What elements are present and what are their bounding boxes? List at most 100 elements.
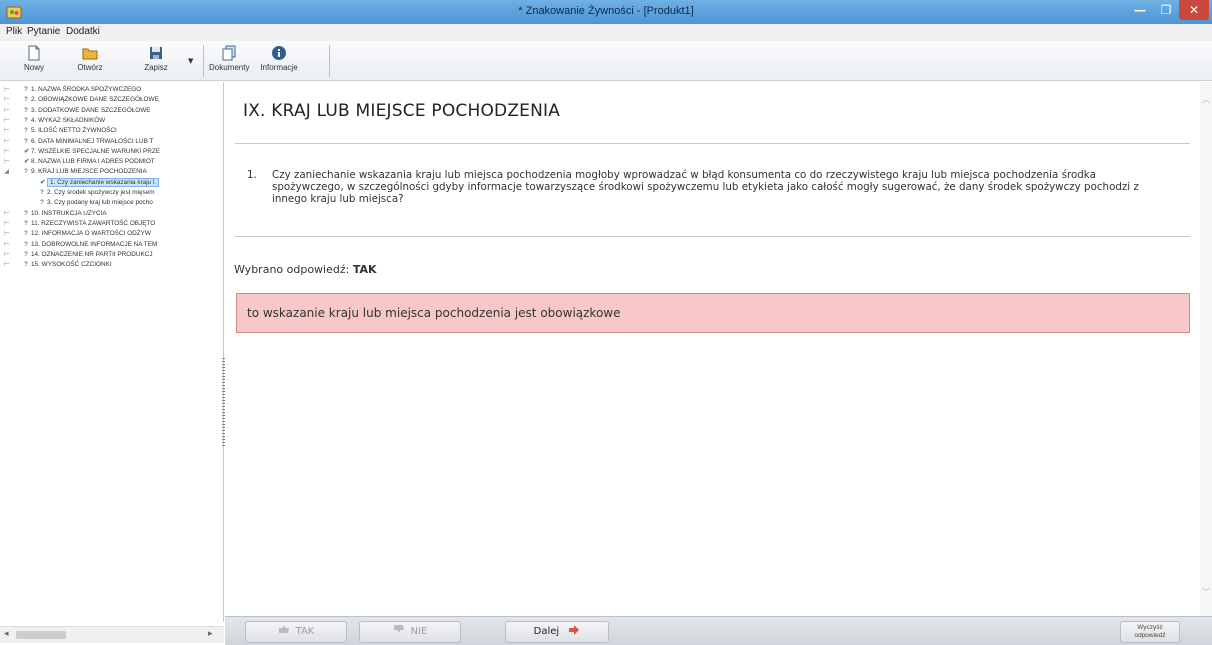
tree-item-label: 2. OBOWIĄZKOWE DANE SZCZEGÓŁOWE (31, 96, 159, 104)
scroll-left-icon[interactable]: ◂ (4, 629, 9, 639)
tree-item[interactable]: ⊢? 14. OZNACZENIE NR PARTII PRODUKCJ (0, 250, 224, 260)
title-bar: * Znakowanie Żywności - [Produkt1] — ❐ ✕ (0, 0, 1212, 24)
question-text: Czy zaniechanie wskazania kraju lub miej… (272, 169, 1139, 205)
check-icon: ✔ (40, 178, 46, 186)
new-document-icon (28, 45, 40, 61)
selected-answer: Wybrano odpowiedź: TAK (234, 263, 377, 276)
menu-bar: Plik Pytanie Dodatki (0, 24, 1212, 41)
tree-item[interactable]: ⊢? 13. DOBROWOLNE INFORMACJE NA TEM (0, 240, 224, 250)
menu-question[interactable]: Pytanie (27, 26, 60, 37)
tree-item[interactable]: ⊢ ✔ 7. WSZELKIE SPECJALNE WARUNKI PRZE (0, 147, 224, 157)
tree-item[interactable]: ⊢? 1. NAZWA ŚRODKA SPOŻYWCZEGO (0, 85, 224, 95)
documents-label: Dokumenty (209, 63, 250, 72)
tree-line-icon: ⊢ (4, 147, 10, 155)
tree-item[interactable]: ◢? 9. KRAJ LUB MIEJSCE POCHODZENIA (0, 167, 224, 177)
tree-item[interactable]: ⊢? 15. WYSOKOŚĆ CZCIONKI (0, 260, 224, 270)
question-mark-icon: ? (24, 137, 28, 145)
tree-item[interactable]: ⊢? 6. DATA MINIMALNEJ TRWAŁOŚCI LUB T (0, 137, 224, 147)
yes-label: TAK (295, 626, 315, 637)
scroll-up-icon[interactable]: ︿ (1202, 94, 1210, 105)
clear-answer-button[interactable]: Wyczyść odpowiedź (1120, 621, 1180, 643)
save-button[interactable]: Zapisz (136, 43, 176, 77)
documents-icon (222, 45, 236, 61)
thumbs-down-icon (393, 625, 404, 633)
tree-item[interactable]: ⊢ ✔ 8. NAZWA LUB FIRMA I ADRES PODMIOT (0, 157, 224, 167)
tree-item-label: 6. DATA MINIMALNEJ TRWAŁOŚCI LUB T (31, 137, 154, 145)
arrow-right-icon (569, 625, 580, 635)
question-mark-icon: ? (24, 168, 28, 176)
tree-item-label: 3. DODATKOWE DANE SZCZEGÓŁOWE (31, 106, 151, 114)
tree-line-icon: ⊢ (4, 158, 10, 166)
tree-item-label: 1. NAZWA ŚRODKA SPOŻYWCZEGO (31, 86, 142, 93)
tree-item[interactable]: ⊢? 12. INFORMACJA O WARTOŚCI ODŻYW (0, 229, 224, 239)
question-mark-icon: ? (40, 199, 44, 207)
tree-item-label: 9. KRAJ LUB MIEJSCE POCHODZENIA (31, 168, 147, 176)
info-label: Informacje (260, 63, 298, 72)
info-button[interactable]: Informacje (257, 43, 301, 77)
question-mark-icon: ? (24, 116, 28, 124)
tree-item-label: 12. INFORMACJA O WARTOŚCI ODŻYW (31, 230, 151, 238)
menu-extras[interactable]: Dodatki (66, 26, 100, 37)
tree-item-label: 7. WSZELKIE SPECJALNE WARUNKI PRZE (31, 147, 161, 155)
save-dropdown-arrow-icon[interactable]: ▼ (188, 57, 193, 65)
question-mark-icon: ? (24, 240, 28, 248)
tree-line-icon: ⊢ (4, 96, 10, 104)
minimize-button[interactable]: — (1127, 0, 1153, 20)
folder-icon (82, 48, 98, 60)
tree-line-icon: ⊢ (4, 230, 10, 238)
tree-line-icon: ⊢ (4, 86, 10, 93)
tree-item[interactable]: ⊢? 11. RZECZYWISTA ZAWARTOŚĆ OBJĘTO (0, 219, 224, 229)
question-mark-icon: ? (24, 127, 28, 135)
scrollbar-thumb[interactable] (16, 631, 66, 639)
content-vertical-scrollbar[interactable]: ︿ ﹀ (1200, 82, 1212, 616)
menu-file[interactable]: Plik (6, 26, 22, 37)
tree-item[interactable]: ✔ 1. Czy zaniechanie wskazania kraju l. (0, 177, 224, 188)
question-mark-icon: ? (24, 106, 28, 114)
no-button[interactable]: NIE (359, 621, 461, 643)
tree-line-icon: ⊢ (4, 137, 10, 145)
tree-item-label: 13. DOBROWOLNE INFORMACJE NA TEM (31, 240, 158, 248)
tree-item[interactable]: ? 3. Czy podany kraj lub miejsce pocho (0, 198, 224, 208)
next-button[interactable]: Dalej (505, 621, 609, 643)
tree-line-icon: ⊢ (4, 219, 10, 227)
tree-item[interactable]: ⊢? 3. DODATKOWE DANE SZCZEGÓŁOWE (0, 106, 224, 116)
question-mark-icon: ? (24, 230, 28, 238)
maximize-button[interactable]: ❐ (1153, 0, 1179, 20)
tree-line-icon: ⊢ (4, 127, 10, 135)
tree-item-label: 2. Czy środek spożywczy jest mięsem (47, 189, 155, 196)
tree-line-icon: ⊢ (4, 240, 10, 248)
tree-horizontal-scrollbar[interactable]: ◂ ▸ (0, 626, 224, 643)
open-button[interactable]: Otwórz (70, 43, 110, 77)
question-mark-icon: ? (40, 189, 44, 196)
window-title: * Znakowanie Żywności - [Produkt1] (518, 5, 694, 17)
scroll-right-icon[interactable]: ▸ (208, 629, 213, 639)
next-label: Dalej (533, 626, 560, 637)
no-label: NIE (410, 626, 428, 637)
tree-item[interactable]: ⊢? 2. OBOWIĄZKOWE DANE SZCZEGÓŁOWE (0, 95, 224, 105)
question-mark-icon: ? (24, 86, 28, 93)
new-button[interactable]: Nowy (14, 43, 54, 77)
section-heading: IX. KRAJ LUB MIEJSCE POCHODZENIA (243, 101, 561, 121)
tree-item-label: 11. RZECZYWISTA ZAWARTOŚĆ OBJĘTO (31, 219, 156, 227)
question-mark-icon: ? (24, 261, 28, 269)
tree-line-icon: ⊢ (4, 250, 10, 258)
documents-button[interactable]: Dokumenty (209, 43, 249, 77)
tree-item[interactable]: ⊢? 5. ILOŚĆ NETTO ŻYWNOŚCI (0, 126, 224, 136)
result-box: to wskazanie kraju lub miejsca pochodzen… (236, 293, 1190, 333)
yes-button[interactable]: TAK (245, 621, 347, 643)
scroll-down-icon[interactable]: ﹀ (1202, 587, 1210, 598)
tree-item[interactable]: ? 2. Czy środek spożywczy jest mięsem (0, 188, 224, 198)
tree-item-label: 3. Czy podany kraj lub miejsce pocho (47, 199, 153, 207)
info-icon (272, 46, 286, 60)
toolbar-separator (329, 45, 330, 77)
question-panel: IX. KRAJ LUB MIEJSCE POCHODZENIA 1. Czy … (225, 82, 1200, 616)
tree-item-label: 5. ILOŚĆ NETTO ŻYWNOŚCI (31, 127, 117, 135)
tree-line-icon: ⊢ (4, 106, 10, 114)
tree-item[interactable]: ⊢? 10. INSTRUKCJA UŻYCIA (0, 209, 224, 219)
save-icon (150, 47, 162, 59)
tree-item-label: 4. WYKAZ SKŁADNIKÓW (31, 116, 106, 124)
tree-item[interactable]: ⊢? 4. WYKAZ SKŁADNIKÓW (0, 116, 224, 126)
close-button[interactable]: ✕ (1179, 0, 1209, 20)
check-icon: ✔ (24, 158, 30, 166)
expand-arrow-icon[interactable]: ◢ (4, 167, 24, 177)
